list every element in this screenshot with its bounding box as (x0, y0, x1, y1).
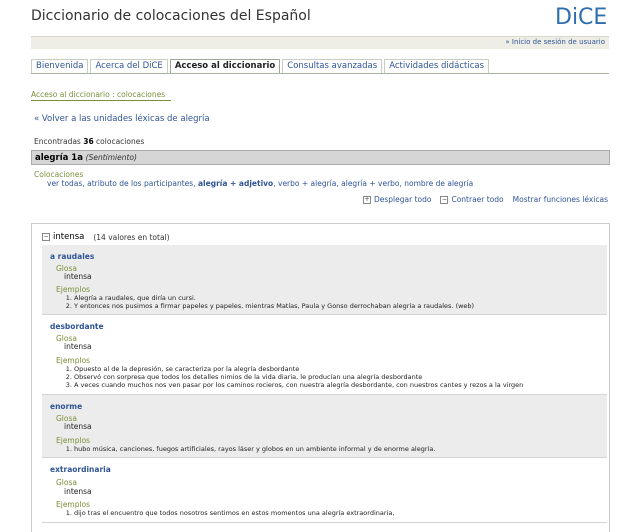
collocation-link-alegria-adjetivo[interactable]: alegría + adjetivo (198, 179, 273, 188)
breadcrumb-root[interactable]: Acceso al diccionario (31, 90, 110, 99)
examples-label: Ejemplos (56, 500, 91, 509)
tab-acerca[interactable]: Acerca del DiCE (90, 59, 168, 73)
tab-consultas-avanzadas[interactable]: Consultas avanzadas (282, 59, 383, 73)
collocation-link-atributo[interactable]: atributo de los participantes (87, 179, 193, 188)
group-count: (14 valores en total) (93, 232, 170, 242)
top-bar: » Inicio de sesión de usuario (31, 36, 609, 49)
example-item: hubo música, canciones, fuegos artificia… (74, 445, 435, 453)
glosa-value: intensa (64, 342, 92, 351)
tab-underline (31, 73, 609, 74)
found-number: 36 (83, 137, 94, 146)
entry-divider (42, 522, 607, 523)
found-count: Encontradas 36 colocaciones (34, 137, 144, 146)
lexical-unit-bar: alegría 1a (Sentimiento) (31, 150, 610, 165)
example-item: Observó con sorpresa que todos los detal… (74, 373, 523, 381)
glosa-label: Glosa (56, 478, 77, 487)
examples-label: Ejemplos (56, 285, 91, 294)
breadcrumb-separator: : (109, 90, 117, 99)
tab-acceso-diccionario[interactable]: Acceso al diccionario (169, 59, 281, 73)
breadcrumb-current[interactable]: colocaciones (117, 90, 165, 99)
examples-label: Ejemplos (56, 436, 91, 445)
found-prefix: Encontradas (34, 137, 84, 146)
entry-headword[interactable]: enorme (50, 402, 82, 411)
collapse-all-label: Contraer todo (451, 195, 504, 204)
plus-box-icon: + (363, 195, 371, 204)
collocation-link-nombre-de[interactable]: nombre de alegría (404, 179, 473, 188)
entry-desbordante: desbordante Glosa intensa Ejemplos Opues… (42, 315, 607, 394)
show-lexical-functions-link[interactable]: Mostrar funciones léxicas (513, 195, 608, 204)
expand-collapse-actions: + Desplegar todo − Contraer todo Mostrar f… (363, 195, 608, 204)
tab-bienvenida[interactable]: Bienvenida (31, 59, 89, 73)
found-suffix: colocaciones (93, 137, 145, 146)
breadcrumb: Acceso al diccionario : colocaciones (31, 90, 171, 101)
expand-all-label: Desplegar todo (374, 195, 432, 204)
dice-logo[interactable]: DiCE (555, 5, 607, 30)
semantic-label: (Sentimiento) (85, 153, 137, 162)
entry-headword[interactable]: a raudales (50, 252, 94, 261)
main-tabs: Bienvenida Acerca del DiCE Acceso al dic… (31, 59, 491, 73)
glosa-value: intensa (64, 487, 92, 496)
group-title: intensa (53, 232, 85, 242)
lemma: alegría 1a (35, 153, 83, 163)
collocations-heading: Colocaciones (34, 170, 84, 179)
entry-enorme: enorme Glosa intensa Ejemplos hubo músic… (42, 395, 607, 457)
glosa-value: intensa (64, 422, 92, 431)
examples-list: Alegría a raudales, que diría un cursi. … (64, 294, 474, 310)
glosa-value: intensa (64, 272, 92, 281)
collapse-group-icon[interactable]: − (42, 233, 50, 241)
examples-list: dijo tras el encuentro que todos nosotro… (64, 509, 394, 517)
entry-headword[interactable]: extraordinaria (50, 465, 111, 474)
minus-box-icon: − (440, 195, 449, 204)
collocation-types: ver todas, atributo de los participantes… (47, 179, 473, 188)
login-link[interactable]: » Inicio de sesión de usuario (505, 38, 605, 46)
example-item: Alegría a raudales, que diría un cursi. (74, 294, 474, 302)
group-header: − intensa (14 valores en total) (42, 232, 170, 242)
collocation-link-alegria-verbo[interactable]: alegría + verbo (341, 179, 399, 188)
site-title: Diccionario de colocaciones del Español (31, 8, 311, 24)
example-item: dijo tras el encuentro que todos nosotro… (74, 509, 394, 517)
examples-list: Opuesto al de la depresión, se caracteri… (64, 365, 523, 389)
collocations-panel: − intensa (14 valores en total) a raudal… (31, 223, 610, 532)
collapse-all-button[interactable]: − Contraer todo (440, 195, 504, 204)
expand-all-button[interactable]: + Desplegar todo (363, 195, 431, 204)
examples-list: hubo música, canciones, fuegos artificia… (64, 445, 435, 453)
example-item: Opuesto al de la depresión, se caracteri… (74, 365, 523, 373)
entry-extraordinaria: extraordinaria Glosa intensa Ejemplos di… (42, 458, 607, 532)
collocation-link-verbo-alegria[interactable]: verbo + alegría (278, 179, 336, 188)
entry-a-raudales: a raudales Glosa intensa Ejemplos Alegrí… (42, 245, 607, 314)
entry-headword[interactable]: desbordante (50, 322, 104, 331)
examples-label: Ejemplos (56, 356, 91, 365)
collocation-link-ver-todas[interactable]: ver todas (47, 179, 82, 188)
example-item: A veces cuando muchos nos ven pasar por … (74, 381, 523, 389)
tab-actividades[interactable]: Actividades didácticas (384, 59, 490, 73)
back-to-lexical-units-link[interactable]: « Volver a las unidades léxicas de alegr… (34, 114, 210, 124)
example-item: Y entonces nos pusimos a firmar papeles … (74, 302, 474, 310)
